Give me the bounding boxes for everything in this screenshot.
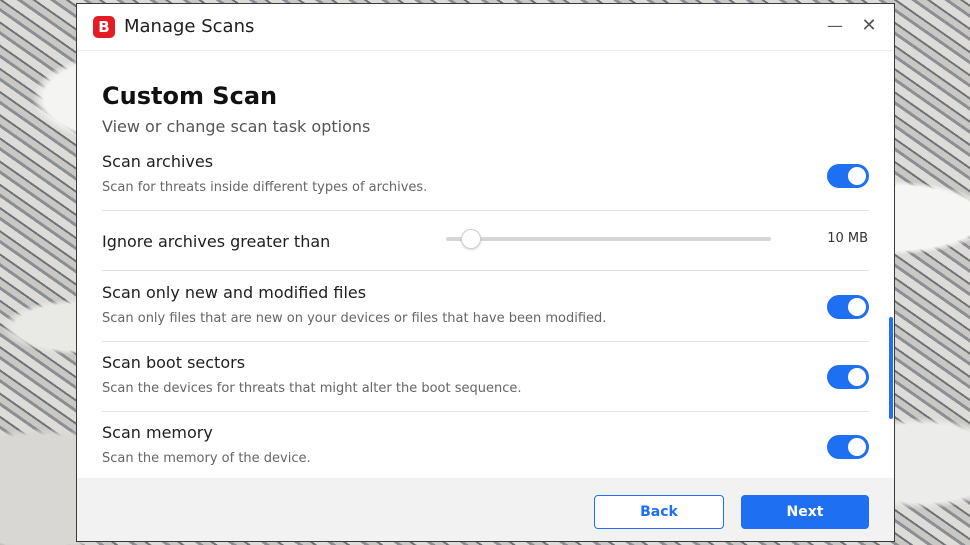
option-label: Scan only new and modified files (102, 283, 367, 302)
footer-bar: Back Next (77, 478, 894, 541)
minimize-button[interactable]: — (823, 14, 847, 38)
archive-size-slider-thumb[interactable] (461, 229, 481, 249)
divider (102, 411, 869, 412)
option-description: Scan for threats inside different types … (102, 180, 428, 195)
archive-size-slider-track[interactable] (446, 237, 771, 241)
option-scan-memory: Scan memory Scan the memory of the devic… (102, 421, 869, 473)
window-title: Manage Scans (124, 16, 255, 37)
option-label: Ignore archives greater than (102, 232, 331, 251)
option-description: Scan only files that are new on your dev… (102, 311, 607, 326)
scrollbar-thumb[interactable] (889, 317, 893, 419)
page-subtitle: View or change scan task options (102, 117, 371, 136)
option-label: Scan archives (102, 152, 214, 171)
back-button[interactable]: Back (594, 495, 724, 529)
divider (102, 210, 869, 211)
next-button[interactable]: Next (741, 495, 869, 529)
toggle-knob (848, 167, 866, 185)
scan-new-modified-toggle[interactable] (827, 295, 869, 319)
manage-scans-window: B Manage Scans — ✕ Custom Scan View or c… (76, 3, 895, 542)
scan-archives-toggle[interactable] (827, 164, 869, 188)
toggle-knob (848, 438, 866, 456)
page-title: Custom Scan (102, 82, 278, 110)
title-bar: B Manage Scans — ✕ (77, 4, 894, 51)
option-description: Scan the memory of the device. (102, 451, 311, 466)
app-logo-icon: B (93, 16, 115, 38)
option-description: Scan the devices for threats that might … (102, 381, 522, 396)
toggle-knob (848, 368, 866, 386)
divider (102, 341, 869, 342)
scan-memory-toggle[interactable] (827, 435, 869, 459)
option-label: Scan boot sectors (102, 353, 246, 372)
option-ignore-archives-size: Ignore archives greater than (102, 230, 869, 254)
option-label: Scan memory (102, 423, 213, 442)
archive-size-value: 10 MB (827, 231, 868, 246)
divider (102, 270, 869, 271)
toggle-knob (848, 298, 866, 316)
scan-boot-sectors-toggle[interactable] (827, 365, 869, 389)
option-scan-boot-sectors: Scan boot sectors Scan the devices for t… (102, 351, 869, 403)
option-scan-archives: Scan archives Scan for threats inside di… (102, 150, 869, 202)
close-button[interactable]: ✕ (857, 14, 881, 38)
option-scan-new-modified: Scan only new and modified files Scan on… (102, 281, 869, 333)
scan-options-panel[interactable]: Custom Scan View or change scan task opt… (77, 52, 894, 478)
